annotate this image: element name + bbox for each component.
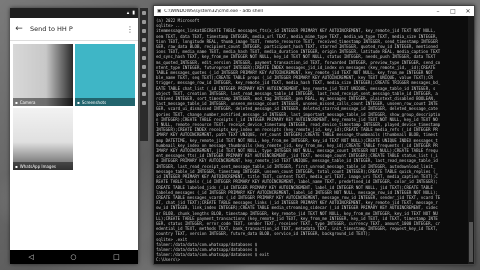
terminal-line: ow_id INTEGER, link_index INTEGER);CREAT…	[156, 205, 438, 211]
terminal-line: GER, vcard_ui_dismissed INTEGER, deleted…	[156, 106, 438, 112]
cmd-scrollbar[interactable]	[468, 16, 474, 264]
terminal-line: ar BLOB, chunk_lengths BLOB, timestamp I…	[156, 210, 438, 216]
more-icon[interactable]	[142, 101, 146, 105]
power-icon[interactable]	[142, 11, 146, 15]
album-label: Camera	[19, 99, 36, 105]
nav-home-icon[interactable]: ○	[70, 253, 76, 261]
phone-nav-bar: ◁ ○ □	[10, 250, 138, 264]
album-screenshots[interactable]: ▪ Screenshots	[75, 44, 135, 106]
terminal-line: CREATE TABLE labeled_jids (_id INTEGER P…	[156, 184, 433, 190]
cmd-window[interactable]: ▣ C:\WINDOWS\system32\cmd.exe - adb shel…	[153, 5, 475, 265]
album-label: Screenshots	[81, 99, 107, 105]
cmd-window-title: C:\WINDOWS\system32\cmd.exe - adb shell	[164, 8, 263, 14]
back-arrow-icon[interactable]: ←	[14, 24, 24, 34]
battery-icon: ▮	[132, 10, 135, 16]
more-options-icon[interactable]: ⋮	[126, 25, 134, 34]
home-icon[interactable]	[142, 83, 146, 87]
zoom-icon[interactable]	[142, 65, 146, 69]
camera-icon[interactable]	[142, 56, 146, 60]
folder-icon: ▪	[77, 99, 80, 105]
folder-icon: ▪	[15, 99, 18, 105]
album-caption: ▪ Screenshots	[75, 98, 135, 106]
terminal-line: trigger, message_row_id INTEGER, key_rem…	[156, 80, 441, 86]
nav-back-icon[interactable]: ◁	[28, 253, 33, 261]
album-caption: ▪ WhatsApp Images	[13, 162, 73, 170]
terminal-line: ed_sync_hash TEXT, key_from_me INTEGER N…	[156, 54, 436, 60]
album-caption: ▪ Camera	[13, 98, 73, 106]
cmd-output[interactable]: (a) 2022 Microsoft sqlite> ... itemmessage…	[156, 18, 466, 262]
folder-icon: ▪	[15, 163, 18, 169]
back-icon[interactable]	[142, 74, 146, 78]
volume-down-icon[interactable]	[142, 29, 146, 33]
rotate-right-icon[interactable]	[142, 47, 146, 51]
android-emulator[interactable]: ▴ ▮ ← Send to HH P ⋮ ▪ Camera ▪ Screensh…	[10, 8, 138, 264]
signal-icon: ▴	[126, 10, 130, 16]
nav-recents-icon[interactable]: □	[113, 253, 120, 261]
terminal-line: C:\Users\>	[156, 257, 181, 262]
cmd-title-bar[interactable]: ▣ C:\WINDOWS\system32\cmd.exe - adb shel…	[154, 6, 474, 16]
phone-app-bar: ← Send to HH P ⋮	[10, 18, 138, 41]
cmd-icon: ▣	[157, 8, 162, 14]
close-icon[interactable]: ✕	[462, 8, 474, 15]
terminal-line: d INTEGER PRIMARY KEY AUTOINCREMENT, key…	[156, 158, 438, 164]
phone-title: Send to HH P	[30, 25, 73, 33]
rotate-icon[interactable]	[142, 38, 146, 42]
terminal-line: REATE TABLE labels (_id INTEGER PRIMARY …	[156, 179, 438, 185]
album-camera[interactable]: ▪ Camera	[13, 44, 73, 106]
gallery-grid: ▪ Camera ▪ Screenshots ▪ WhatsApp Images	[10, 41, 138, 173]
terminal-line: IMARY KEY AUTOINCREMENT, path TEXT UNIQU…	[156, 132, 438, 138]
minimize-icon[interactable]: –	[432, 8, 444, 15]
volume-up-icon[interactable]	[142, 20, 146, 24]
emulator-side-toolbar	[140, 8, 148, 141]
terminal-line: itemmessages_linkatUECREATE TABLE messag…	[156, 28, 436, 34]
phone-status-bar: ▴ ▮	[10, 8, 138, 18]
scrollbar-thumb[interactable]	[469, 222, 473, 262]
album-label: WhatsApp Images	[19, 163, 57, 169]
album-whatsapp-images[interactable]: ▪ WhatsApp Images	[13, 108, 73, 170]
maximize-icon[interactable]: □	[447, 8, 459, 15]
overview-icon[interactable]	[142, 92, 146, 96]
